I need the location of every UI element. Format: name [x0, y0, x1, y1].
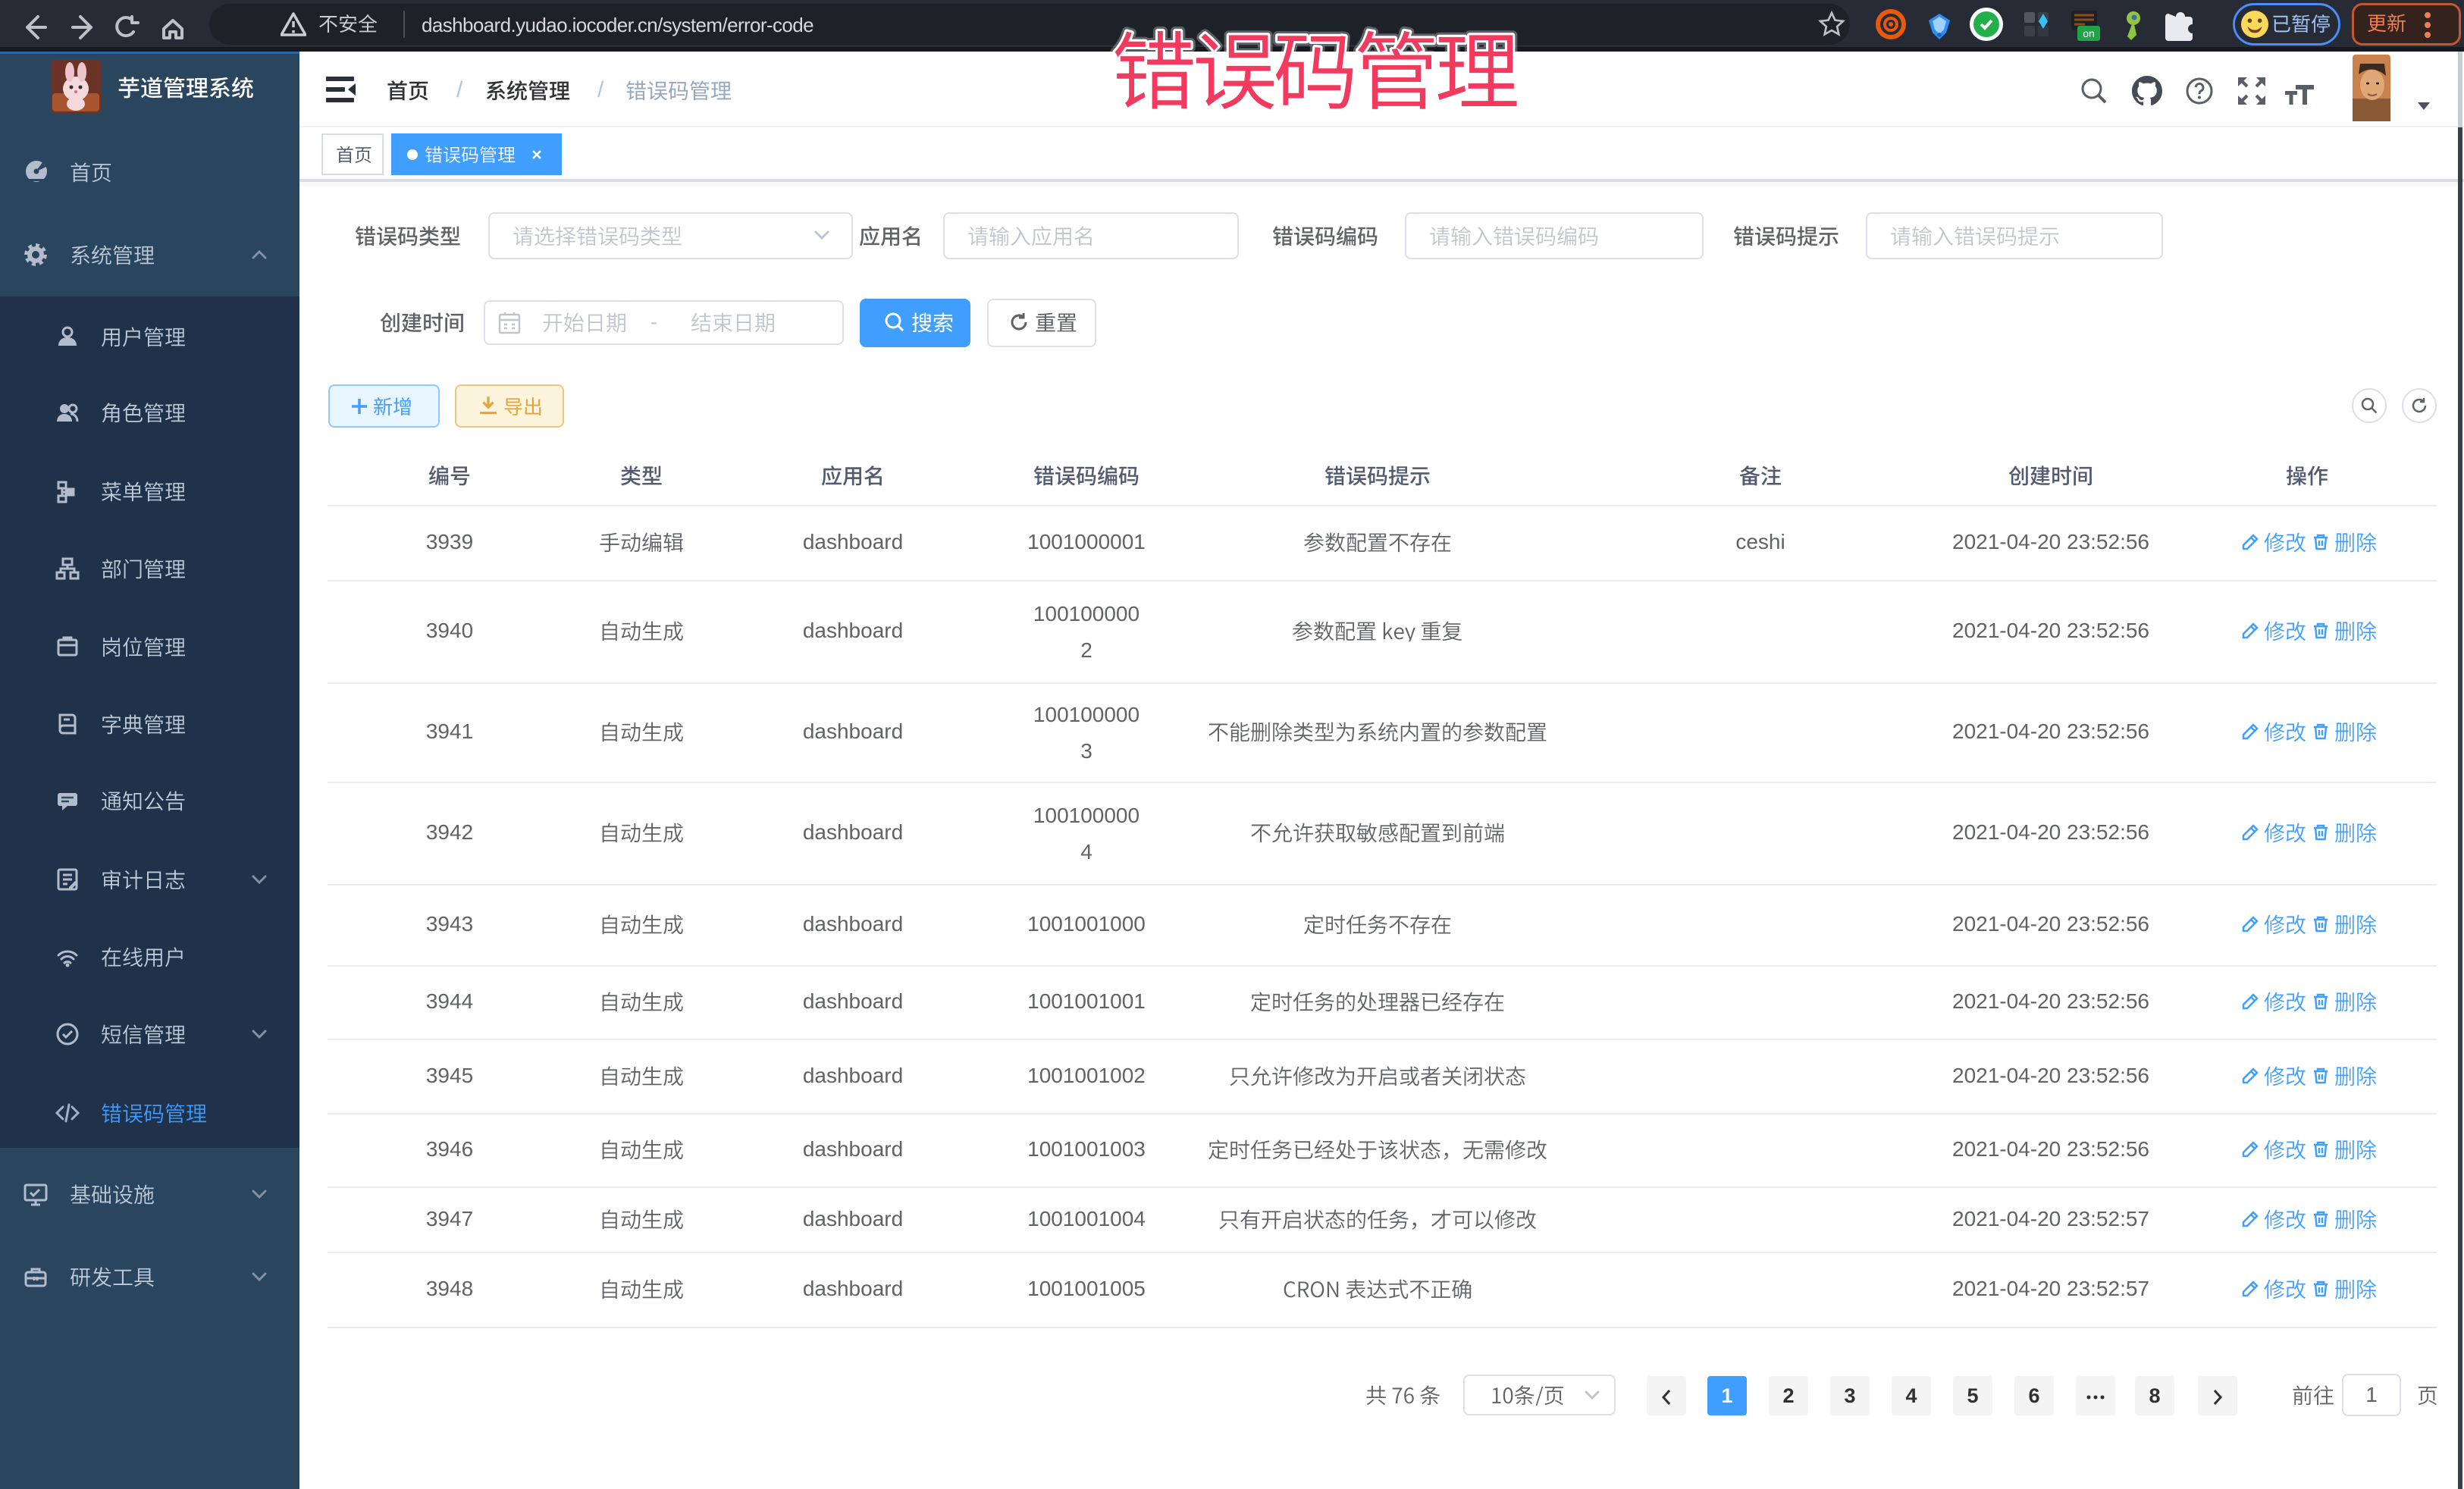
svg-text:on: on [2083, 27, 2095, 39]
